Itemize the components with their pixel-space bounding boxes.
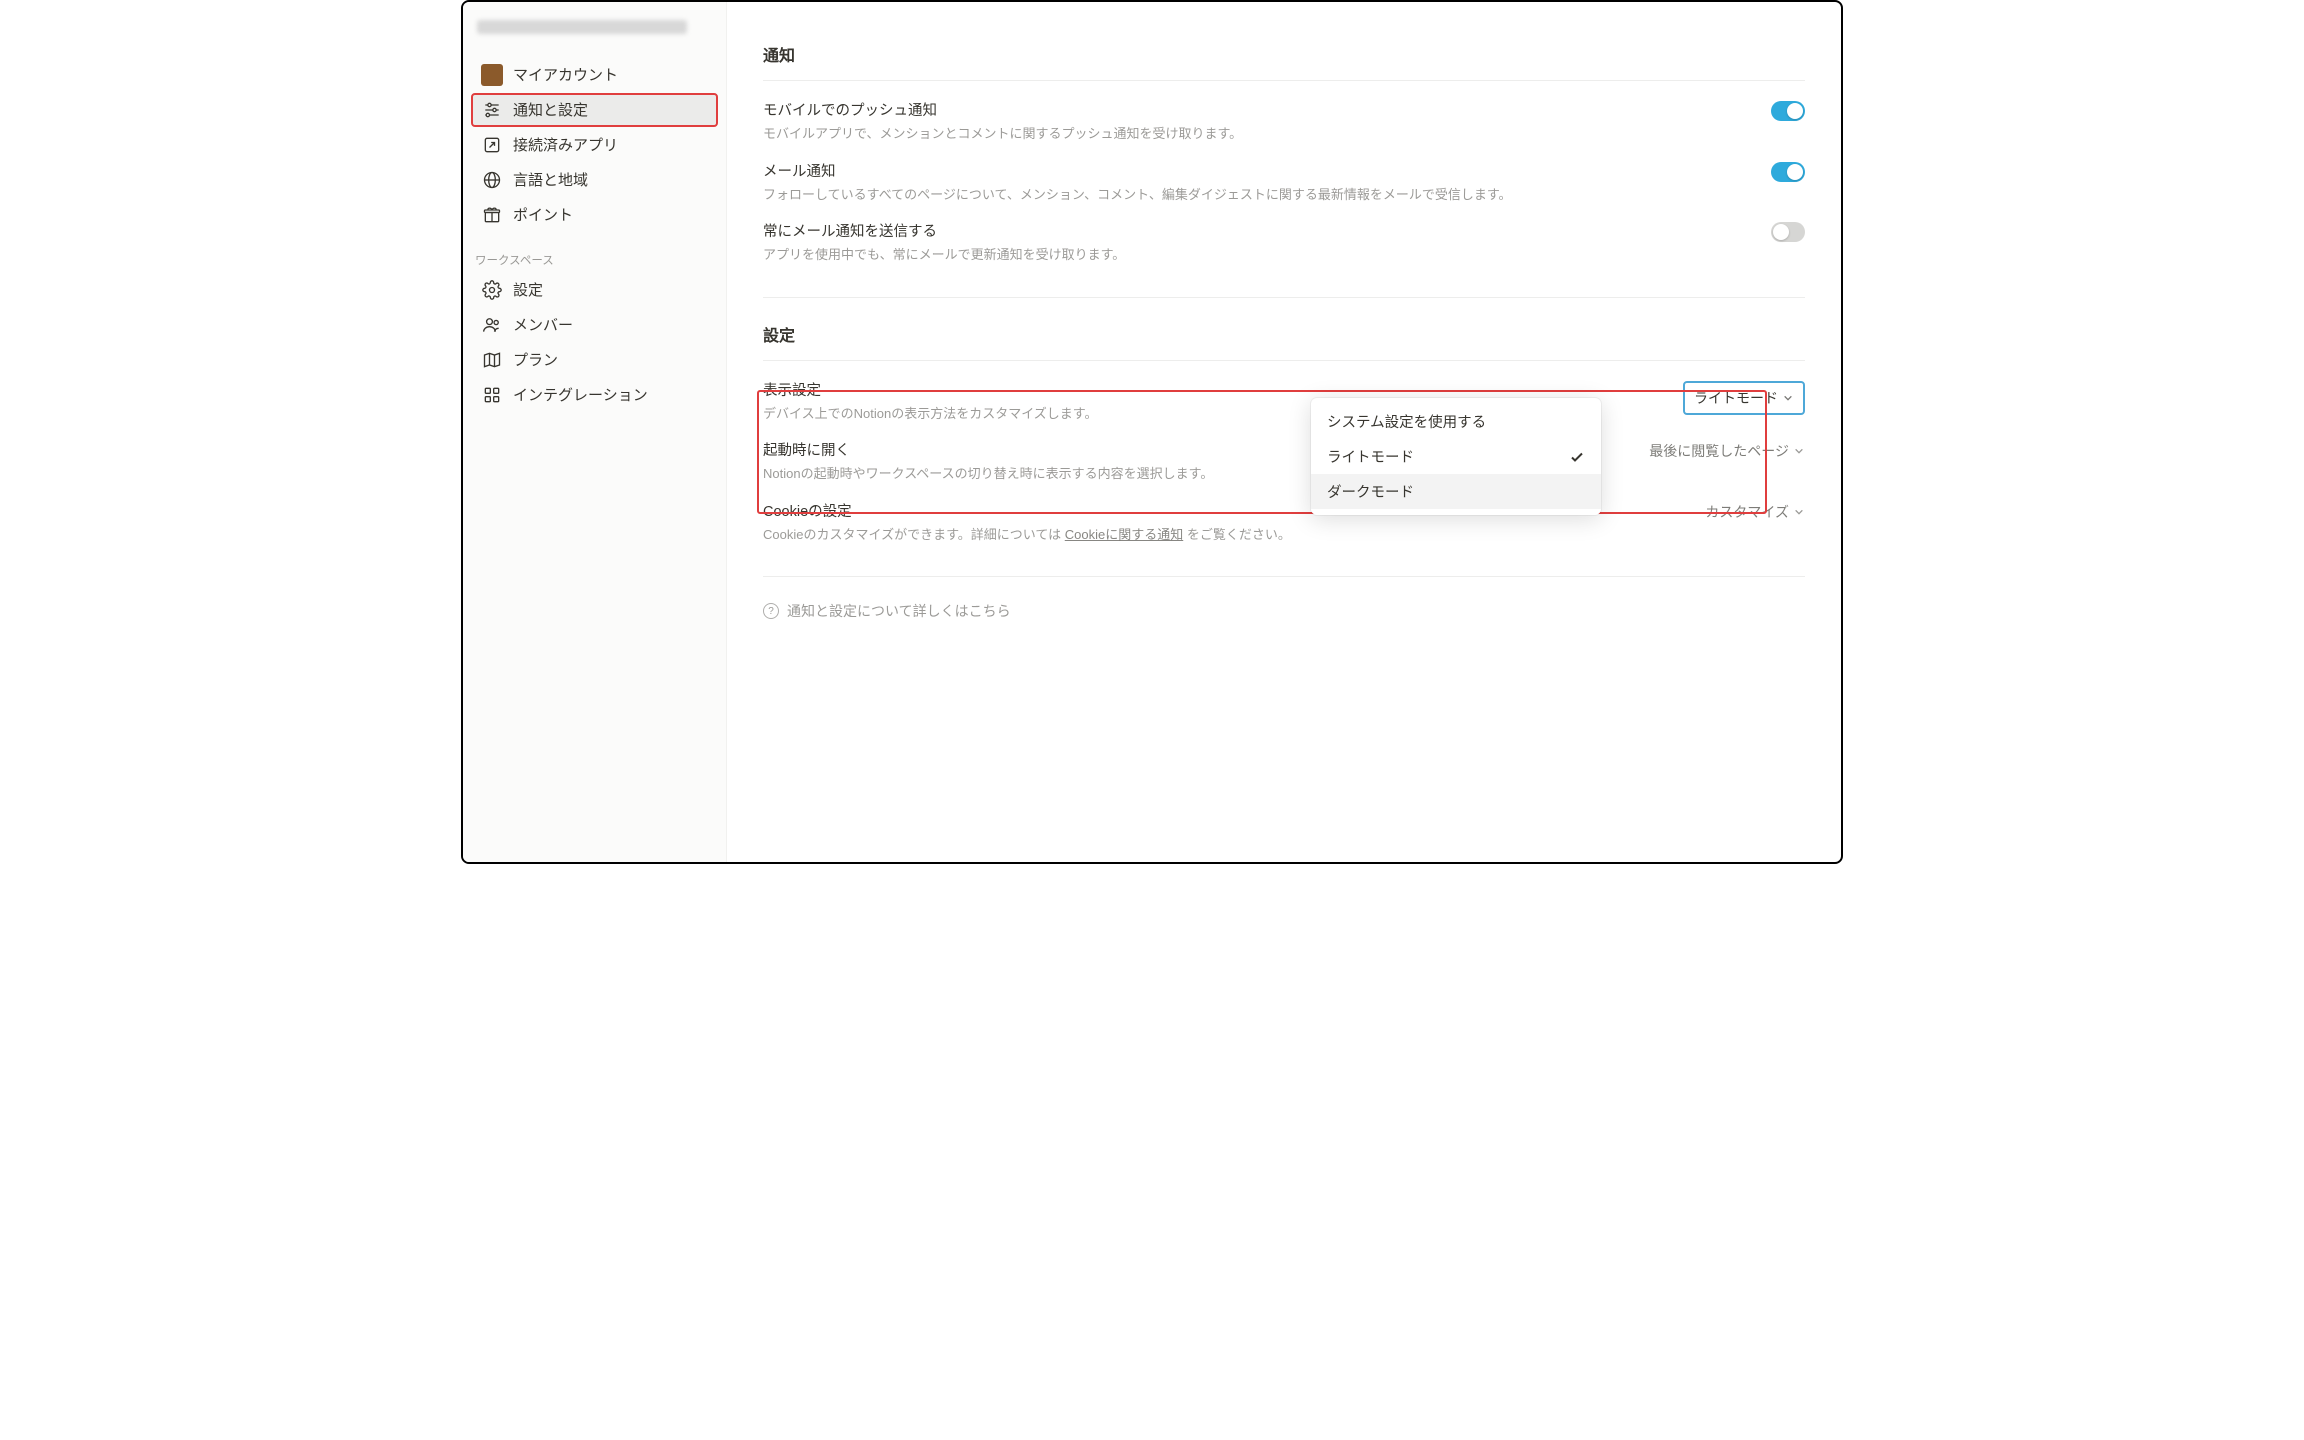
cookie-notice-link[interactable]: Cookieに関する通知 xyxy=(1065,527,1183,542)
chevron-down-icon xyxy=(1782,392,1794,404)
select-appearance[interactable]: ライトモード xyxy=(1683,381,1805,415)
sidebar-item-connected-apps[interactable]: 接続済みアプリ xyxy=(471,128,718,162)
sidebar-item-label: 言語と地域 xyxy=(513,170,588,191)
toggle-always-email[interactable] xyxy=(1771,222,1805,242)
sidebar-item-integrations[interactable]: インテグレーション xyxy=(471,378,718,412)
divider xyxy=(763,80,1805,81)
sidebar-item-label: ポイント xyxy=(513,205,573,226)
setting-desc: Cookieのカスタマイズができます。詳細については Cookieに関する通知 … xyxy=(763,525,1665,545)
dropdown-option-light[interactable]: ライトモード xyxy=(1311,439,1601,474)
select-startup[interactable]: 最後に閲覧したページ xyxy=(1649,441,1805,461)
setting-label: 表示設定 xyxy=(763,379,1643,400)
workspace-name-redacted xyxy=(477,20,687,34)
map-icon xyxy=(481,349,503,371)
setting-row-startup: 起動時に開く Notionの起動時やワークスペースの切り替え時に表示する内容を選… xyxy=(763,427,1805,488)
divider xyxy=(763,297,1805,298)
sidebar-item-points[interactable]: ポイント xyxy=(471,198,718,232)
question-icon: ? xyxy=(763,603,779,619)
setting-desc: フォローしているすべてのページについて、メンション、コメント、編集ダイジェストに… xyxy=(763,185,1731,205)
setting-label: メール通知 xyxy=(763,160,1731,181)
help-link[interactable]: ? 通知と設定について詳しくはこちら xyxy=(763,601,1805,621)
arrow-box-icon xyxy=(481,134,503,156)
avatar-icon xyxy=(481,64,503,86)
setting-desc: モバイルアプリで、メンションとコメントに関するプッシュ通知を受け取ります。 xyxy=(763,124,1731,144)
setting-row-appearance: 表示設定 デバイス上でのNotionの表示方法をカスタマイズします。 ライトモー… xyxy=(763,367,1805,428)
appearance-dropdown: システム設定を使用する ライトモード ダークモード xyxy=(1311,398,1601,515)
setting-label: 常にメール通知を送信する xyxy=(763,220,1731,241)
dropdown-option-label: ライトモード xyxy=(1327,446,1414,467)
toggle-push-notifications[interactable] xyxy=(1771,101,1805,121)
sidebar-item-notifications-settings[interactable]: 通知と設定 xyxy=(471,93,718,127)
dropdown-option-system[interactable]: システム設定を使用する xyxy=(1311,404,1601,439)
sidebar-item-settings[interactable]: 設定 xyxy=(471,273,718,307)
select-value: ライトモード xyxy=(1694,388,1778,408)
setting-row-push: モバイルでのプッシュ通知 モバイルアプリで、メンションとコメントに関するプッシュ… xyxy=(763,87,1805,148)
workspace-header xyxy=(477,20,712,48)
setting-row-always-email: 常にメール通知を送信する アプリを使用中でも、常にメールで更新通知を受け取ります… xyxy=(763,208,1805,269)
main-panel: 通知 モバイルでのプッシュ通知 モバイルアプリで、メンションとコメントに関するプ… xyxy=(727,2,1841,862)
divider xyxy=(763,360,1805,361)
sidebar-item-label: 通知と設定 xyxy=(513,100,588,121)
gift-icon xyxy=(481,204,503,226)
select-value: カスタマイズ xyxy=(1705,502,1789,522)
sidebar-account-group: マイアカウント 通知と設定 接続済みアプリ 言語と地域 xyxy=(463,58,726,232)
people-icon xyxy=(481,314,503,336)
help-text: 通知と設定について詳しくはこちら xyxy=(787,601,1011,621)
dropdown-option-dark[interactable]: ダークモード xyxy=(1311,474,1601,509)
chevron-down-icon xyxy=(1793,445,1805,457)
sidebar-item-label: 設定 xyxy=(513,280,543,301)
check-icon xyxy=(1569,414,1585,430)
sidebar-item-label: マイアカウント xyxy=(513,65,618,86)
section-title-settings: 設定 xyxy=(763,322,1805,346)
dropdown-option-label: ダークモード xyxy=(1327,481,1414,502)
check-icon xyxy=(1569,484,1585,500)
sidebar-workspace-group: 設定 メンバー プラン インテグレーション xyxy=(463,273,726,412)
section-title-notifications: 通知 xyxy=(763,42,1805,66)
sidebar-item-label: 接続済みアプリ xyxy=(513,135,618,156)
sidebar-item-my-account[interactable]: マイアカウント xyxy=(471,58,718,92)
sidebar-item-label: プラン xyxy=(513,350,558,371)
toggle-email-notifications[interactable] xyxy=(1771,162,1805,182)
setting-row-cookies: Cookieの設定 Cookieのカスタマイズができます。詳細については Coo… xyxy=(763,488,1805,549)
select-value: 最後に閲覧したページ xyxy=(1649,441,1789,461)
dropdown-option-label: システム設定を使用する xyxy=(1327,411,1486,432)
sidebar-item-label: インテグレーション xyxy=(513,385,648,406)
sidebar-item-label: メンバー xyxy=(513,315,573,336)
sidebar-item-plans[interactable]: プラン xyxy=(471,343,718,377)
setting-row-email: メール通知 フォローしているすべてのページについて、メンション、コメント、編集ダ… xyxy=(763,148,1805,209)
check-icon xyxy=(1569,449,1585,465)
sidebar-item-members[interactable]: メンバー xyxy=(471,308,718,342)
divider xyxy=(763,576,1805,577)
setting-desc: アプリを使用中でも、常にメールで更新通知を受け取ります。 xyxy=(763,245,1731,265)
chevron-down-icon xyxy=(1793,506,1805,518)
sidebar-section-workspace: ワークスペース xyxy=(463,246,726,272)
gear-icon xyxy=(481,279,503,301)
select-cookies[interactable]: カスタマイズ xyxy=(1705,502,1805,522)
grid-icon xyxy=(481,384,503,406)
sidebar-item-language-region[interactable]: 言語と地域 xyxy=(471,163,718,197)
setting-label: モバイルでのプッシュ通知 xyxy=(763,99,1731,120)
sliders-icon xyxy=(481,99,503,121)
globe-icon xyxy=(481,169,503,191)
settings-modal: マイアカウント 通知と設定 接続済みアプリ 言語と地域 xyxy=(461,0,1843,864)
sidebar: マイアカウント 通知と設定 接続済みアプリ 言語と地域 xyxy=(463,2,727,862)
